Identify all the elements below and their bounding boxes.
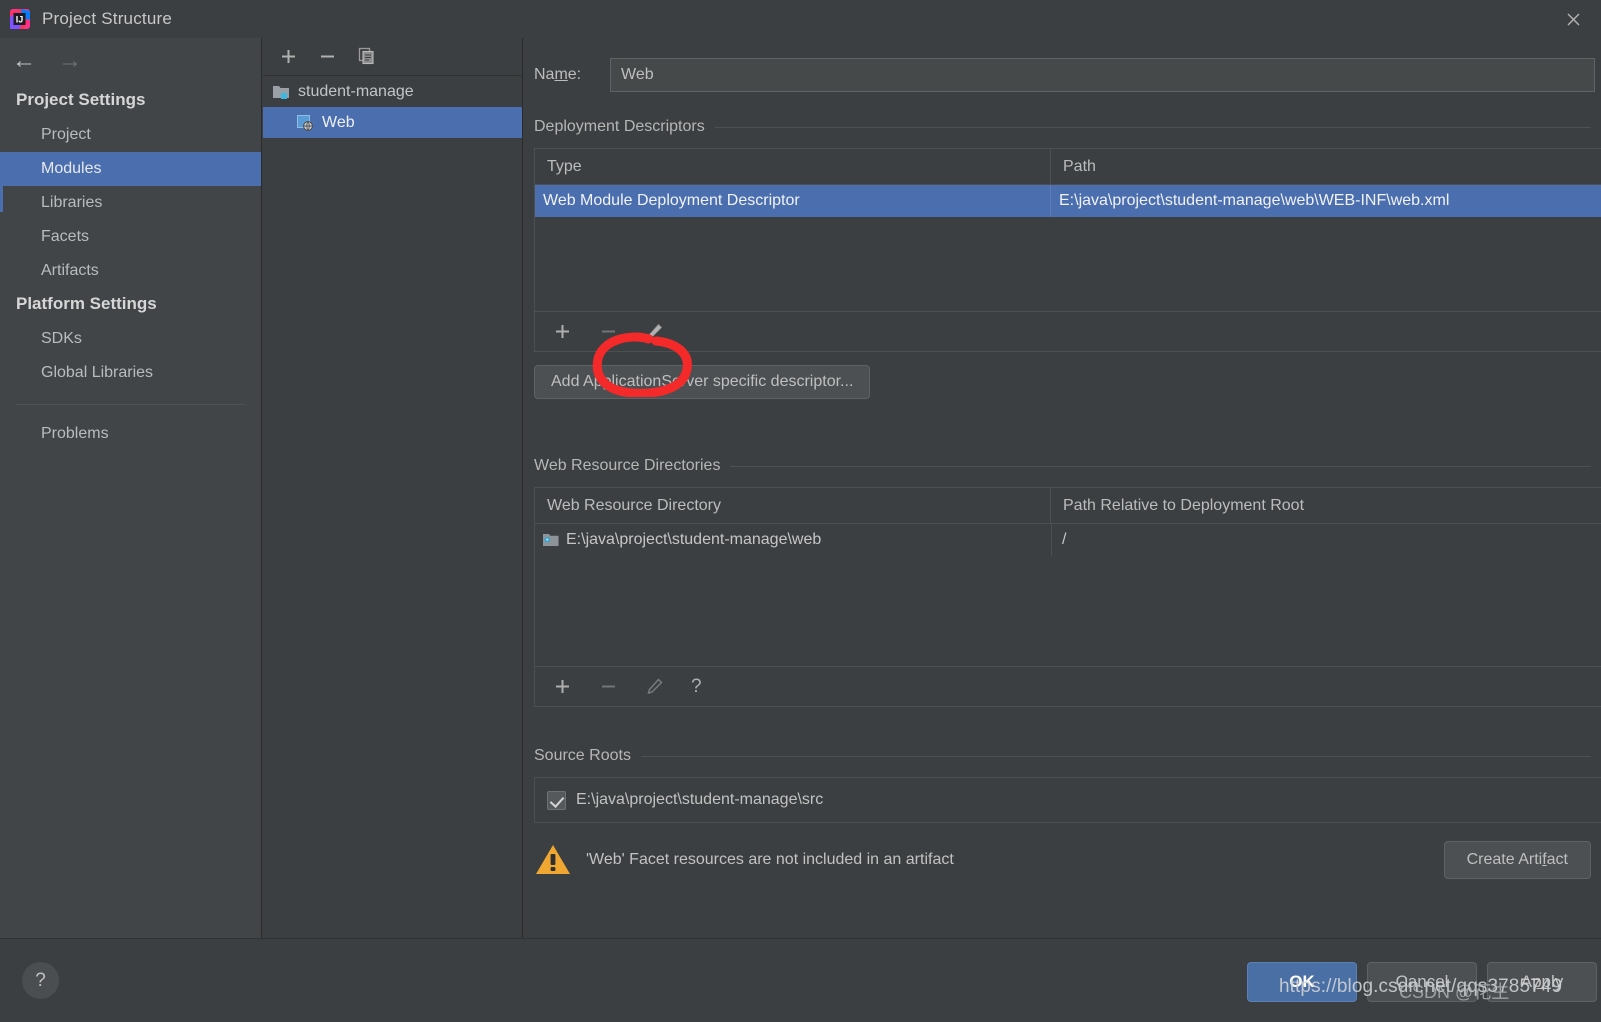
add-application-server-specific-descriptor-button[interactable]: Add Application Server specific descript… (534, 365, 871, 399)
tree-node-label: student-manage (298, 82, 414, 100)
settings-sidebar: ← → Project Settings Project Modules Lib… (0, 38, 262, 938)
create-artifact-button[interactable]: Create Arti f act (1443, 841, 1591, 879)
source-root-checkbox[interactable] (547, 790, 566, 810)
add-descriptor-button[interactable] (553, 322, 572, 341)
warning-triangle-icon (534, 843, 572, 877)
web-resource-directories-toolbar: ? (534, 667, 1601, 707)
close-icon[interactable] (1545, 0, 1601, 38)
sidebar-item-label: Problems (41, 425, 109, 442)
remove-web-resource-button[interactable] (599, 677, 618, 696)
group-divider (714, 126, 1591, 128)
edit-web-resource-button[interactable] (645, 677, 664, 696)
selection-edge-marker (0, 168, 3, 212)
sidebar-item-label: Modules (41, 160, 102, 177)
edit-descriptor-button[interactable] (645, 322, 664, 341)
tree-node-web[interactable]: Web (263, 107, 522, 138)
column-header-web-resource-directory[interactable]: Web Resource Directory (535, 488, 1051, 523)
table-row[interactable]: E:\java\project\student-manage\web / (535, 524, 1601, 556)
web-resource-directories-table: Web Resource Directory Path Relative to … (534, 487, 1601, 667)
table-header: Type Path (535, 149, 1601, 185)
web-directory-icon (543, 533, 559, 547)
sidebar-item-libraries[interactable]: Libraries (0, 186, 261, 220)
table-empty-area (535, 217, 1601, 311)
facet-warning-row: 'Web' Facet resources are not included i… (534, 841, 1591, 879)
column-header-path-relative[interactable]: Path Relative to Deployment Root (1051, 488, 1601, 523)
module-name-input[interactable] (610, 58, 1595, 92)
table-row[interactable]: Web Module Deployment Descriptor E:\java… (535, 185, 1601, 217)
project-structure-dialog: IJ Project Structure ← → Project Setting… (0, 0, 1601, 1022)
copy-module-button[interactable] (357, 47, 376, 66)
column-header-type[interactable]: Type (535, 149, 1051, 184)
sidebar-item-label: Global Libraries (41, 364, 154, 381)
cell-type: Web Module Deployment Descriptor (535, 185, 1051, 217)
sidebar-item-artifacts[interactable]: Artifacts (0, 254, 261, 288)
sidebar-item-problems[interactable]: Problems (0, 417, 261, 451)
facet-warning-text: 'Web' Facet resources are not included i… (586, 851, 954, 868)
module-tree-toolbar (263, 38, 522, 76)
table-header: Web Resource Directory Path Relative to … (535, 488, 1601, 524)
sidebar-item-facets[interactable]: Facets (0, 220, 261, 254)
table-empty-area (535, 556, 1601, 666)
cell-text: E:\java\project\student-manage\web (566, 531, 822, 548)
deployment-descriptors-group-header: Deployment Descriptors (534, 118, 1601, 136)
source-roots-list: E:\java\project\student-manage\src (534, 777, 1601, 823)
sidebar-nav-arrows: ← → (0, 38, 261, 84)
source-root-path: E:\java\project\student-manage\src (576, 791, 824, 808)
svg-text:IJ: IJ (16, 15, 24, 25)
module-settings-panel: Name: Deployment Descriptors Type Path W… (524, 38, 1601, 938)
sidebar-item-global-libraries[interactable]: Global Libraries (0, 356, 261, 390)
sidebar-item-label: SDKs (41, 330, 82, 347)
group-divider (730, 465, 1591, 467)
remove-module-button[interactable] (318, 47, 337, 66)
tree-node-student-manage[interactable]: student-manage (263, 76, 522, 107)
web-facet-icon (297, 114, 314, 131)
sidebar-heading-project-settings: Project Settings (16, 90, 146, 109)
sidebar-item-project[interactable]: Project (0, 118, 261, 152)
intellij-idea-logo-icon: IJ (10, 9, 30, 29)
sidebar-heading-platform-settings: Platform Settings (16, 294, 157, 313)
tree-node-label: Web (322, 113, 355, 131)
add-app-server-descriptor-row: Add Application Server specific descript… (534, 365, 1601, 399)
source-roots-group-header: Source Roots (534, 747, 1601, 765)
module-tree-panel: student-manage Web (263, 38, 523, 938)
source-roots-title: Source Roots (534, 747, 631, 764)
help-web-resource-button[interactable]: ? (691, 676, 702, 698)
sidebar-item-sdks[interactable]: SDKs (0, 322, 261, 356)
watermark-brand: CSDN @花生 (1399, 982, 1510, 1002)
cell-relative-path: / (1051, 524, 1601, 556)
cell-web-resource-directory: E:\java\project\student-manage\web (535, 524, 1051, 556)
arrow-right-icon[interactable]: → (58, 49, 82, 73)
title-bar: IJ Project Structure (0, 0, 1601, 38)
deployment-descriptors-title: Deployment Descriptors (534, 118, 705, 135)
sidebar-divider (16, 404, 245, 405)
sidebar-item-modules[interactable]: Modules (0, 152, 261, 186)
cell-path: E:\java\project\student-manage\web\WEB-I… (1059, 192, 1450, 209)
module-name-row: Name: (524, 38, 1601, 92)
question-icon: ? (35, 969, 46, 991)
remove-descriptor-button[interactable] (599, 322, 618, 341)
web-resource-directories-title: Web Resource Directories (534, 457, 721, 474)
sidebar-item-label: Artifacts (41, 262, 99, 279)
add-web-resource-button[interactable] (553, 677, 572, 696)
column-header-path[interactable]: Path (1051, 149, 1601, 184)
sidebar-item-label: Facets (41, 228, 90, 245)
deployment-descriptors-toolbar (534, 312, 1601, 352)
group-divider (640, 755, 1591, 757)
module-name-label: Name: (534, 66, 582, 83)
project-folder-icon (273, 85, 290, 99)
sidebar-item-label: Libraries (41, 194, 103, 211)
arrow-left-icon[interactable]: ← (12, 49, 36, 73)
add-module-button[interactable] (279, 47, 298, 66)
web-resource-directories-group-header: Web Resource Directories (534, 457, 1601, 475)
window-title: Project Structure (42, 9, 173, 28)
deployment-descriptors-table: Type Path Web Module Deployment Descript… (534, 148, 1601, 312)
help-button[interactable]: ? (22, 962, 59, 999)
sidebar-item-label: Project (41, 126, 91, 143)
